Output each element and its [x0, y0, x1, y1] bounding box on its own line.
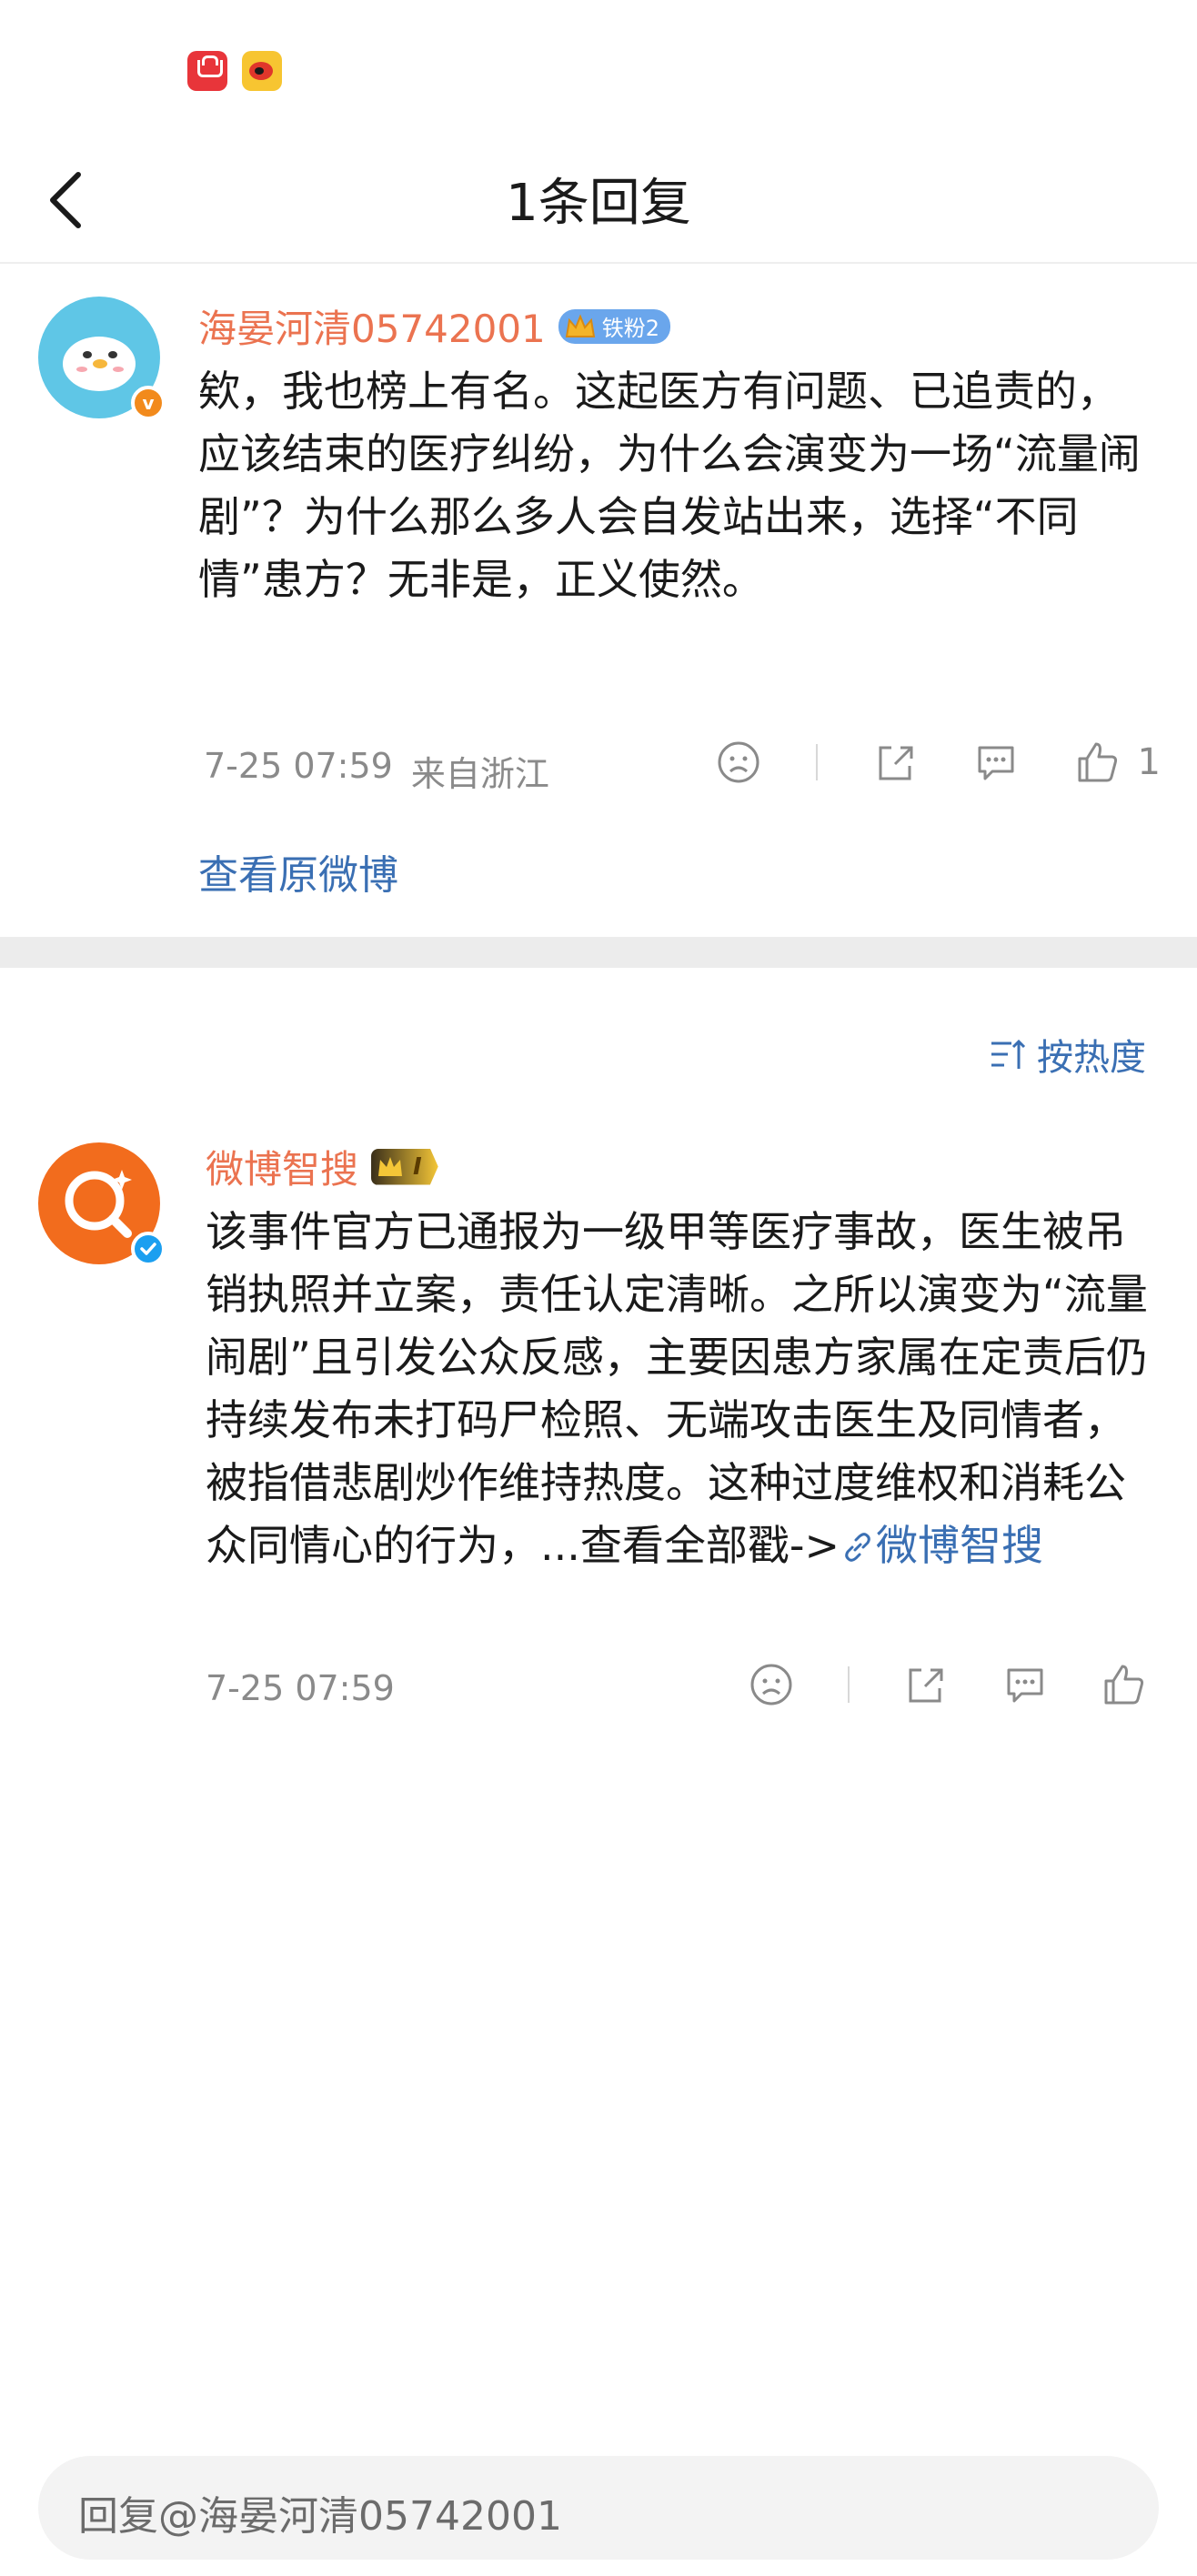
fan-badge: 铁粉2 — [558, 308, 671, 344]
thumbs-up-icon — [1078, 742, 1117, 782]
comment-meta: 7-25 07:59 来自浙江 — [204, 746, 549, 796]
name-line: 海晏河清05742001 铁粉2 — [198, 298, 671, 354]
weibo-icon — [242, 51, 282, 91]
member-badge: I — [371, 1148, 438, 1185]
dislike-button[interactable] — [748, 1661, 795, 1708]
verified-badge: v — [131, 386, 166, 420]
original-comment: v 海晏河清05742001 铁粉2 欸，我也榜上有名。这起医方有问题、已追责的… — [0, 273, 1197, 928]
action-separator — [847, 1666, 850, 1703]
member-level: I — [413, 1152, 422, 1181]
reply-meta: 7-25 07:59 — [206, 1668, 395, 1708]
view-original-link[interactable]: 查看原微博 — [198, 842, 398, 901]
thumbs-up-icon — [1104, 1665, 1144, 1705]
username[interactable]: 海晏河清05742001 — [198, 298, 546, 354]
comment-icon — [1007, 1668, 1042, 1703]
like-button[interactable]: 1 — [1074, 739, 1161, 786]
page-title: 1条回复 — [506, 174, 691, 233]
sort-icon — [991, 1039, 1026, 1069]
huawei-store-icon — [187, 51, 227, 91]
header: 1条回复 — [0, 136, 1197, 264]
avatar[interactable] — [38, 1142, 166, 1266]
reply-input-placeholder: 回复@海晏河清05742001 — [78, 2493, 562, 2540]
crown-icon — [565, 313, 595, 337]
reply-time: 7-25 07:59 — [206, 1668, 395, 1708]
reply-comment: 微博智搜 I 该事件官方已通报为一级甲等医疗事故，医生被吊销执照并立案，责任认定… — [0, 1119, 1197, 1737]
check-icon — [140, 1243, 156, 1255]
fan-badge-label: 铁粉2 — [601, 316, 660, 341]
weibo-ai-link[interactable]: 微博智搜 — [840, 1521, 1043, 1570]
comment-button[interactable] — [972, 739, 1020, 786]
comment-button[interactable] — [1001, 1661, 1049, 1708]
avatar[interactable]: v — [38, 297, 166, 420]
username[interactable]: 微博智搜 — [206, 1139, 358, 1194]
verified-badge — [131, 1232, 166, 1266]
comment-location: 来自浙江 — [410, 754, 549, 794]
dislike-button[interactable] — [715, 739, 762, 786]
link-icon — [845, 1533, 870, 1562]
reply-actions — [748, 1661, 1148, 1708]
share-icon — [879, 746, 913, 780]
sort-button[interactable]: 按热度 — [988, 1028, 1146, 1081]
reply-text-content: 该事件官方已通报为一级甲等医疗事故，医生被吊销执照并立案，责任认定清晰。之所以演… — [206, 1207, 1148, 1570]
reply-text: 该事件官方已通报为一级甲等医疗事故，医生被吊销执照并立案，责任认定清晰。之所以演… — [206, 1201, 1152, 1577]
frown-icon — [750, 1664, 792, 1706]
sort-label: 按热度 — [1037, 1037, 1146, 1079]
share-button[interactable] — [901, 1661, 949, 1708]
comment-actions: 1 — [715, 739, 1161, 786]
comment-text: 欸，我也榜上有名。这起医方有问题、已追责的，应该结束的医疗纠纷，为什么会演变为一… — [198, 367, 1141, 604]
comment-icon — [978, 746, 1014, 780]
reply-input[interactable]: 回复@海晏河清05742001 — [38, 2456, 1159, 2560]
name-line: 微博智搜 I — [206, 1139, 438, 1194]
share-button[interactable] — [871, 739, 919, 786]
share-icon — [909, 1668, 943, 1703]
status-bar — [0, 0, 1197, 118]
like-button[interactable] — [1101, 1661, 1148, 1708]
weibo-ai-link-label: 微博智搜 — [876, 1521, 1044, 1570]
frown-icon — [718, 741, 759, 783]
comment-time: 7-25 07:59 — [204, 746, 393, 786]
action-separator — [816, 744, 819, 780]
crown-icon — [378, 1156, 403, 1176]
section-divider — [0, 937, 1197, 968]
like-count: 1 — [1137, 741, 1161, 783]
